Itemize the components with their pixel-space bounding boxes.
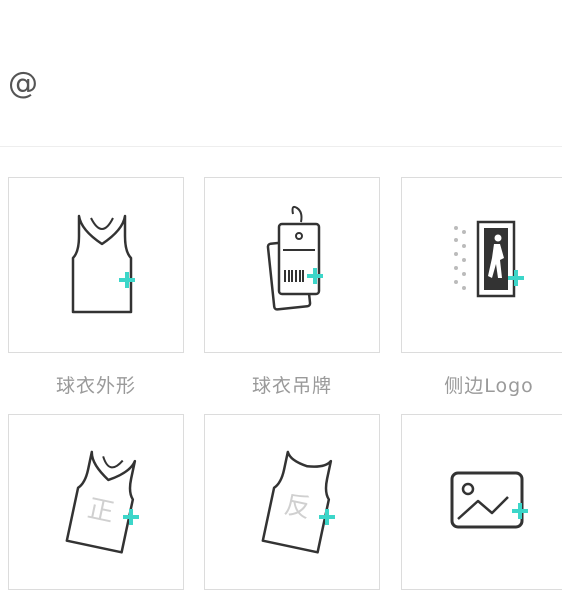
mention-icon[interactable]: @ (8, 66, 38, 101)
option-jersey-front[interactable]: 正 (8, 414, 184, 590)
side-logo-icon (454, 220, 524, 298)
jersey-back-number-icon: 反 (261, 450, 335, 554)
option-image-upload[interactable] (401, 414, 562, 590)
option-label: 球衣外形 (55, 375, 136, 397)
jersey-outline-icon (71, 214, 135, 314)
jersey-tag-icon (266, 205, 323, 311)
option-side-logo[interactable] (401, 177, 562, 353)
option-jersey-tag[interactable] (204, 177, 380, 353)
option-label: 侧边Logo (444, 375, 534, 397)
plus-icon (119, 272, 135, 288)
option-label: 球衣吊牌 (251, 375, 332, 397)
jersey-front-number-icon: 正 (65, 450, 139, 554)
section-divider (0, 146, 562, 147)
option-jersey-shape[interactable] (8, 177, 184, 353)
image-upload-icon (450, 471, 528, 529)
option-jersey-back[interactable]: 反 (204, 414, 380, 590)
